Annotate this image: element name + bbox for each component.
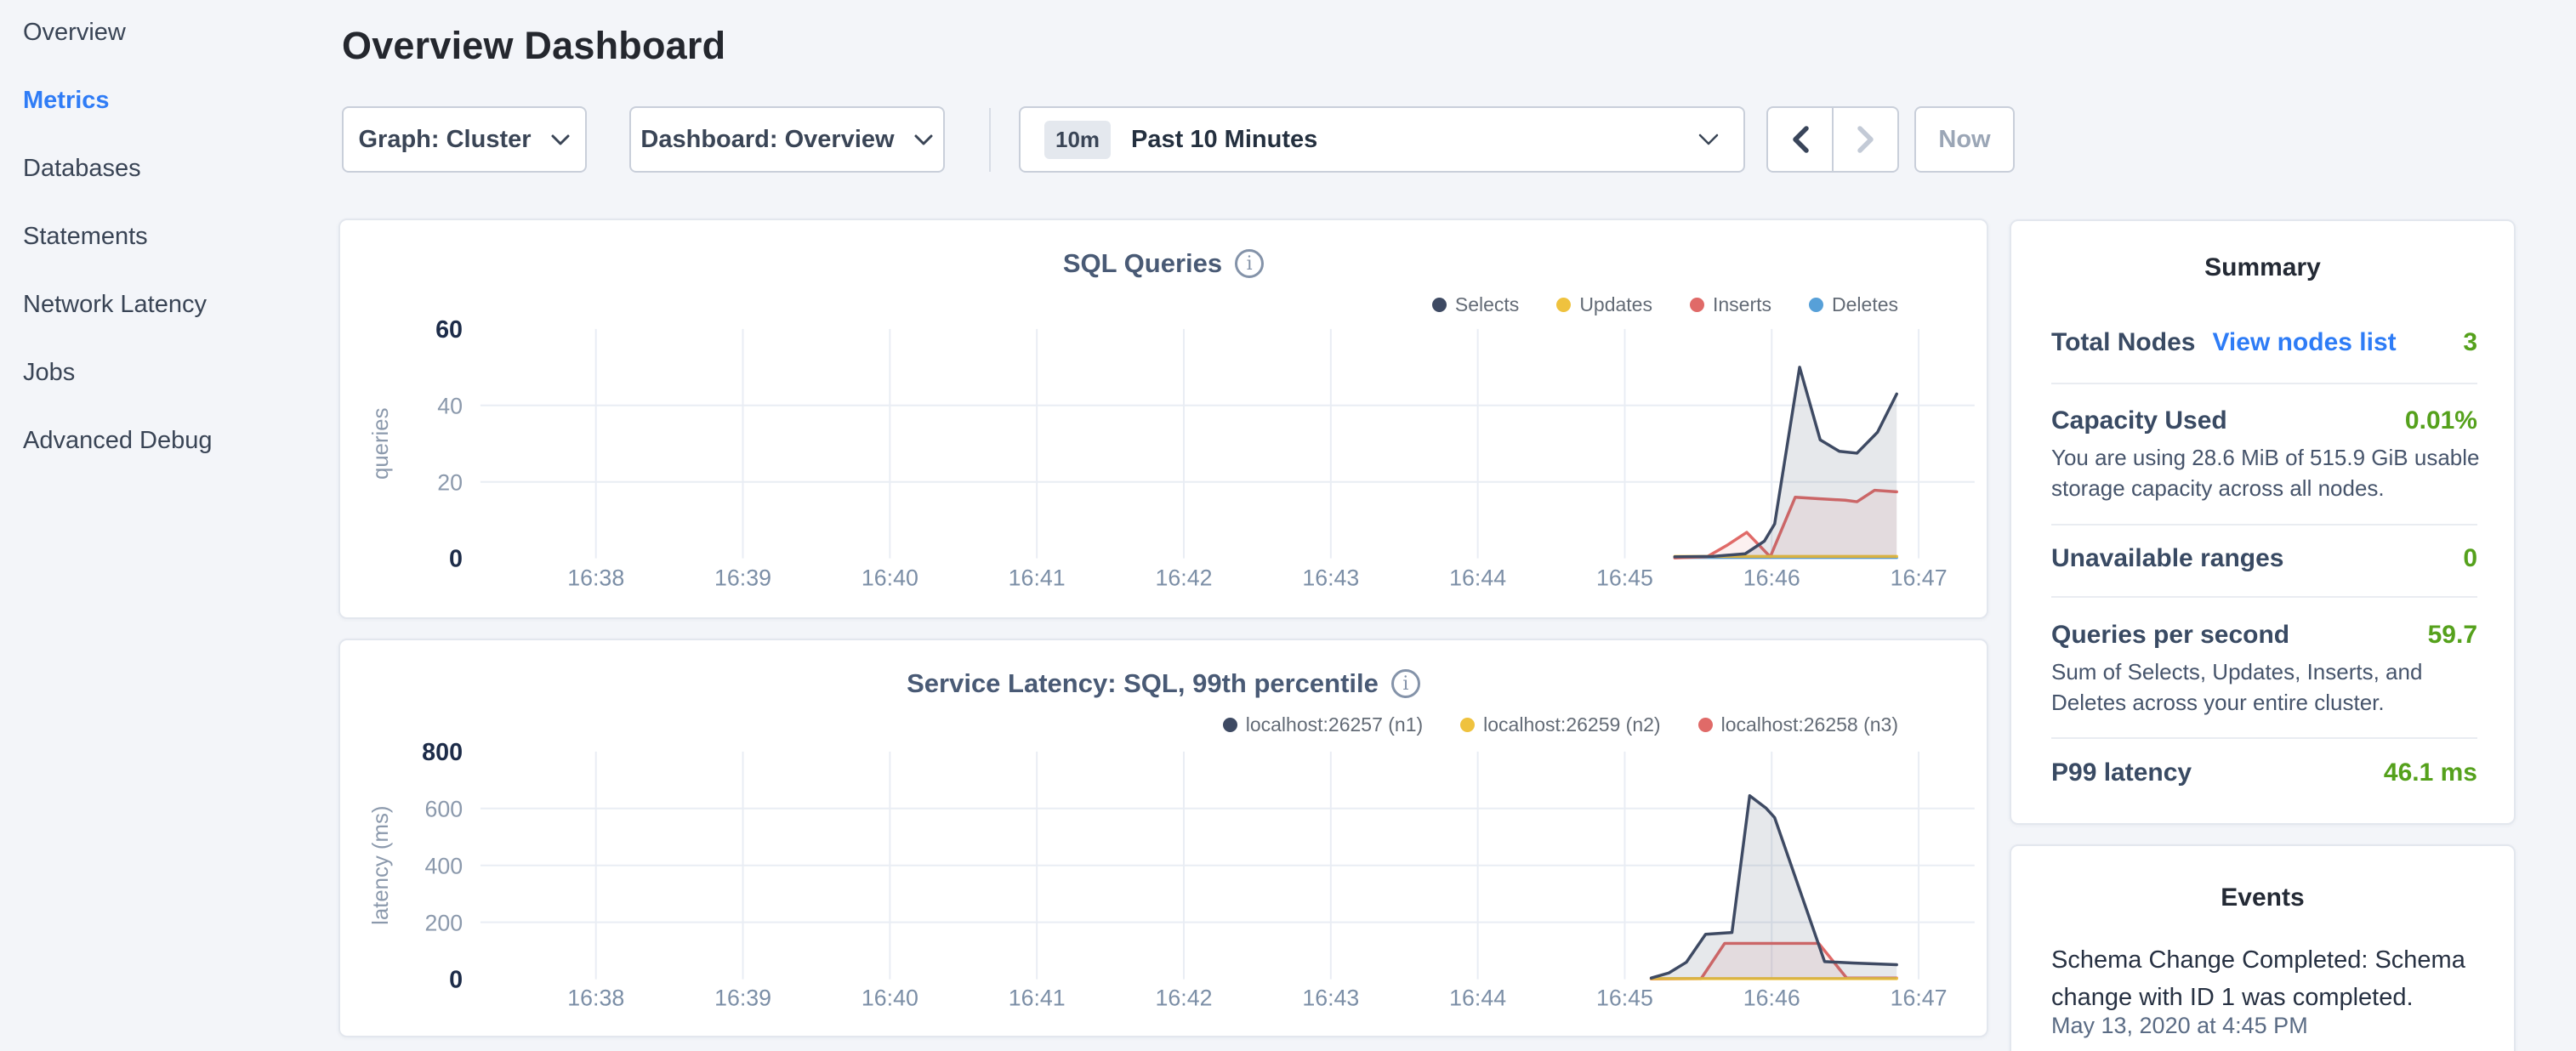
summary-row-capacity-used: Capacity Used 0.01% [2051, 406, 2477, 435]
svg-text:400: 400 [424, 854, 463, 879]
sidebar-item-jobs[interactable]: Jobs [23, 357, 75, 388]
svg-text:16:39: 16:39 [714, 985, 771, 1010]
toolbar-divider [989, 108, 991, 172]
qps-description: Sum of Selects, Updates, Inserts, and De… [2051, 656, 2481, 718]
sidebar-item-advanced-debug[interactable]: Advanced Debug [23, 425, 213, 456]
svg-text:16:41: 16:41 [1009, 565, 1066, 590]
chevron-right-icon [1857, 125, 1875, 154]
svg-text:16:39: 16:39 [714, 565, 771, 590]
sidebar-item-overview[interactable]: Overview [23, 17, 126, 48]
svg-text:16:42: 16:42 [1156, 565, 1213, 590]
capacity-used-label: Capacity Used [2051, 406, 2227, 435]
graph-scope-label: Graph: Cluster [358, 126, 531, 154]
unavailable-ranges-value: 0 [2463, 544, 2477, 573]
unavailable-ranges-label: Unavailable ranges [2051, 544, 2283, 573]
svg-text:60: 60 [435, 316, 463, 344]
svg-text:16:47: 16:47 [1891, 985, 1948, 1010]
svg-text:16:46: 16:46 [1743, 985, 1800, 1010]
sidebar-item-statements[interactable]: Statements [23, 221, 148, 252]
summary-panel: Summary Total Nodes View nodes list 3 Ca… [2010, 219, 2516, 825]
time-back-button[interactable] [1768, 108, 1834, 171]
time-window-badge: 10m [1044, 121, 1111, 159]
total-nodes-label: Total Nodes [2051, 328, 2195, 357]
sidebar-item-databases[interactable]: Databases [23, 153, 141, 184]
divider [2051, 596, 2477, 598]
service-latency-chart: 16:38 16:39 16:40 16:41 16:42 16:43 16:44 16:45… [340, 640, 1987, 1036]
chevron-down-icon [1697, 133, 1720, 146]
svg-text:16:45: 16:45 [1596, 565, 1653, 590]
svg-text:16:38: 16:38 [567, 985, 624, 1010]
page: Overview Metrics Databases Statements Ne… [0, 0, 2576, 1051]
svg-text:16:43: 16:43 [1302, 985, 1359, 1010]
view-nodes-list-link[interactable]: View nodes list [2212, 328, 2396, 357]
svg-text:16:40: 16:40 [862, 565, 918, 590]
svg-text:latency (ms): latency (ms) [369, 806, 393, 925]
chevron-down-icon [550, 134, 571, 146]
svg-text:200: 200 [424, 911, 463, 936]
svg-text:16:47: 16:47 [1891, 565, 1948, 590]
svg-text:16:44: 16:44 [1449, 565, 1506, 590]
qps-label: Queries per second [2051, 621, 2289, 650]
divider [2051, 737, 2477, 739]
service-latency-chart-card: Service Latency: SQL, 99th percentile i … [338, 639, 1988, 1037]
time-nav-group [1766, 106, 1899, 173]
p99-latency-label: P99 latency [2051, 758, 2192, 787]
svg-text:800: 800 [422, 739, 463, 766]
now-button[interactable]: Now [1914, 106, 2015, 173]
sql-queries-chart-card: SQL Queries i SelectsUpdatesInsertsDelet… [338, 219, 1988, 619]
graph-scope-dropdown[interactable]: Graph: Cluster [342, 106, 587, 173]
event-timestamp: May 13, 2020 at 4:45 PM [2051, 1013, 2481, 1039]
svg-text:16:41: 16:41 [1009, 985, 1066, 1010]
sidebar-item-metrics[interactable]: Metrics [23, 85, 110, 116]
sidebar-item-network-latency[interactable]: Network Latency [23, 289, 207, 320]
summary-row-unavailable-ranges: Unavailable ranges 0 [2051, 544, 2477, 573]
summary-row-total-nodes: Total Nodes View nodes list 3 [2051, 328, 2477, 357]
time-forward-button[interactable] [1834, 108, 1897, 171]
time-window-label: Past 10 Minutes [1131, 126, 1317, 154]
p99-latency-value: 46.1 ms [2384, 758, 2477, 787]
svg-text:16:45: 16:45 [1596, 985, 1653, 1010]
svg-text:16:40: 16:40 [862, 985, 918, 1010]
divider [2051, 524, 2477, 526]
chevron-left-icon [1791, 125, 1810, 154]
chevron-down-icon [913, 134, 934, 146]
time-window-select[interactable]: 10m Past 10 Minutes [1019, 106, 1745, 173]
divider [2051, 383, 2477, 384]
svg-text:16:42: 16:42 [1156, 985, 1213, 1010]
svg-text:queries: queries [369, 407, 393, 480]
event-message[interactable]: Schema Change Completed: Schema change w… [2051, 941, 2481, 1016]
svg-text:600: 600 [424, 797, 463, 822]
summary-title: Summary [2011, 253, 2514, 282]
capacity-used-value: 0.01% [2405, 406, 2477, 435]
page-title: Overview Dashboard [342, 24, 725, 68]
svg-text:20: 20 [437, 470, 463, 496]
dashboard-dropdown[interactable]: Dashboard: Overview [629, 106, 945, 173]
summary-row-p99-latency: P99 latency 46.1 ms [2051, 758, 2477, 787]
summary-row-qps: Queries per second 59.7 [2051, 621, 2477, 650]
svg-text:40: 40 [437, 394, 463, 419]
svg-text:0: 0 [449, 546, 463, 573]
events-title: Events [2011, 883, 2514, 912]
sidebar: Overview Metrics Databases Statements Ne… [0, 0, 335, 1051]
svg-text:16:44: 16:44 [1449, 985, 1506, 1010]
events-panel: Events Schema Change Completed: Schema c… [2010, 844, 2516, 1051]
svg-text:16:46: 16:46 [1743, 565, 1800, 590]
svg-text:16:43: 16:43 [1302, 565, 1359, 590]
dashboard-label: Dashboard: Overview [640, 126, 894, 154]
sql-queries-chart: 16:38 16:39 16:40 16:41 16:42 16:43 16:44 16:45… [340, 220, 1987, 617]
total-nodes-value: 3 [2463, 328, 2477, 357]
qps-value: 59.7 [2428, 621, 2477, 650]
svg-text:16:38: 16:38 [567, 565, 624, 590]
capacity-used-description: You are using 28.6 MiB of 515.9 GiB usab… [2051, 442, 2481, 503]
svg-text:0: 0 [449, 966, 463, 993]
